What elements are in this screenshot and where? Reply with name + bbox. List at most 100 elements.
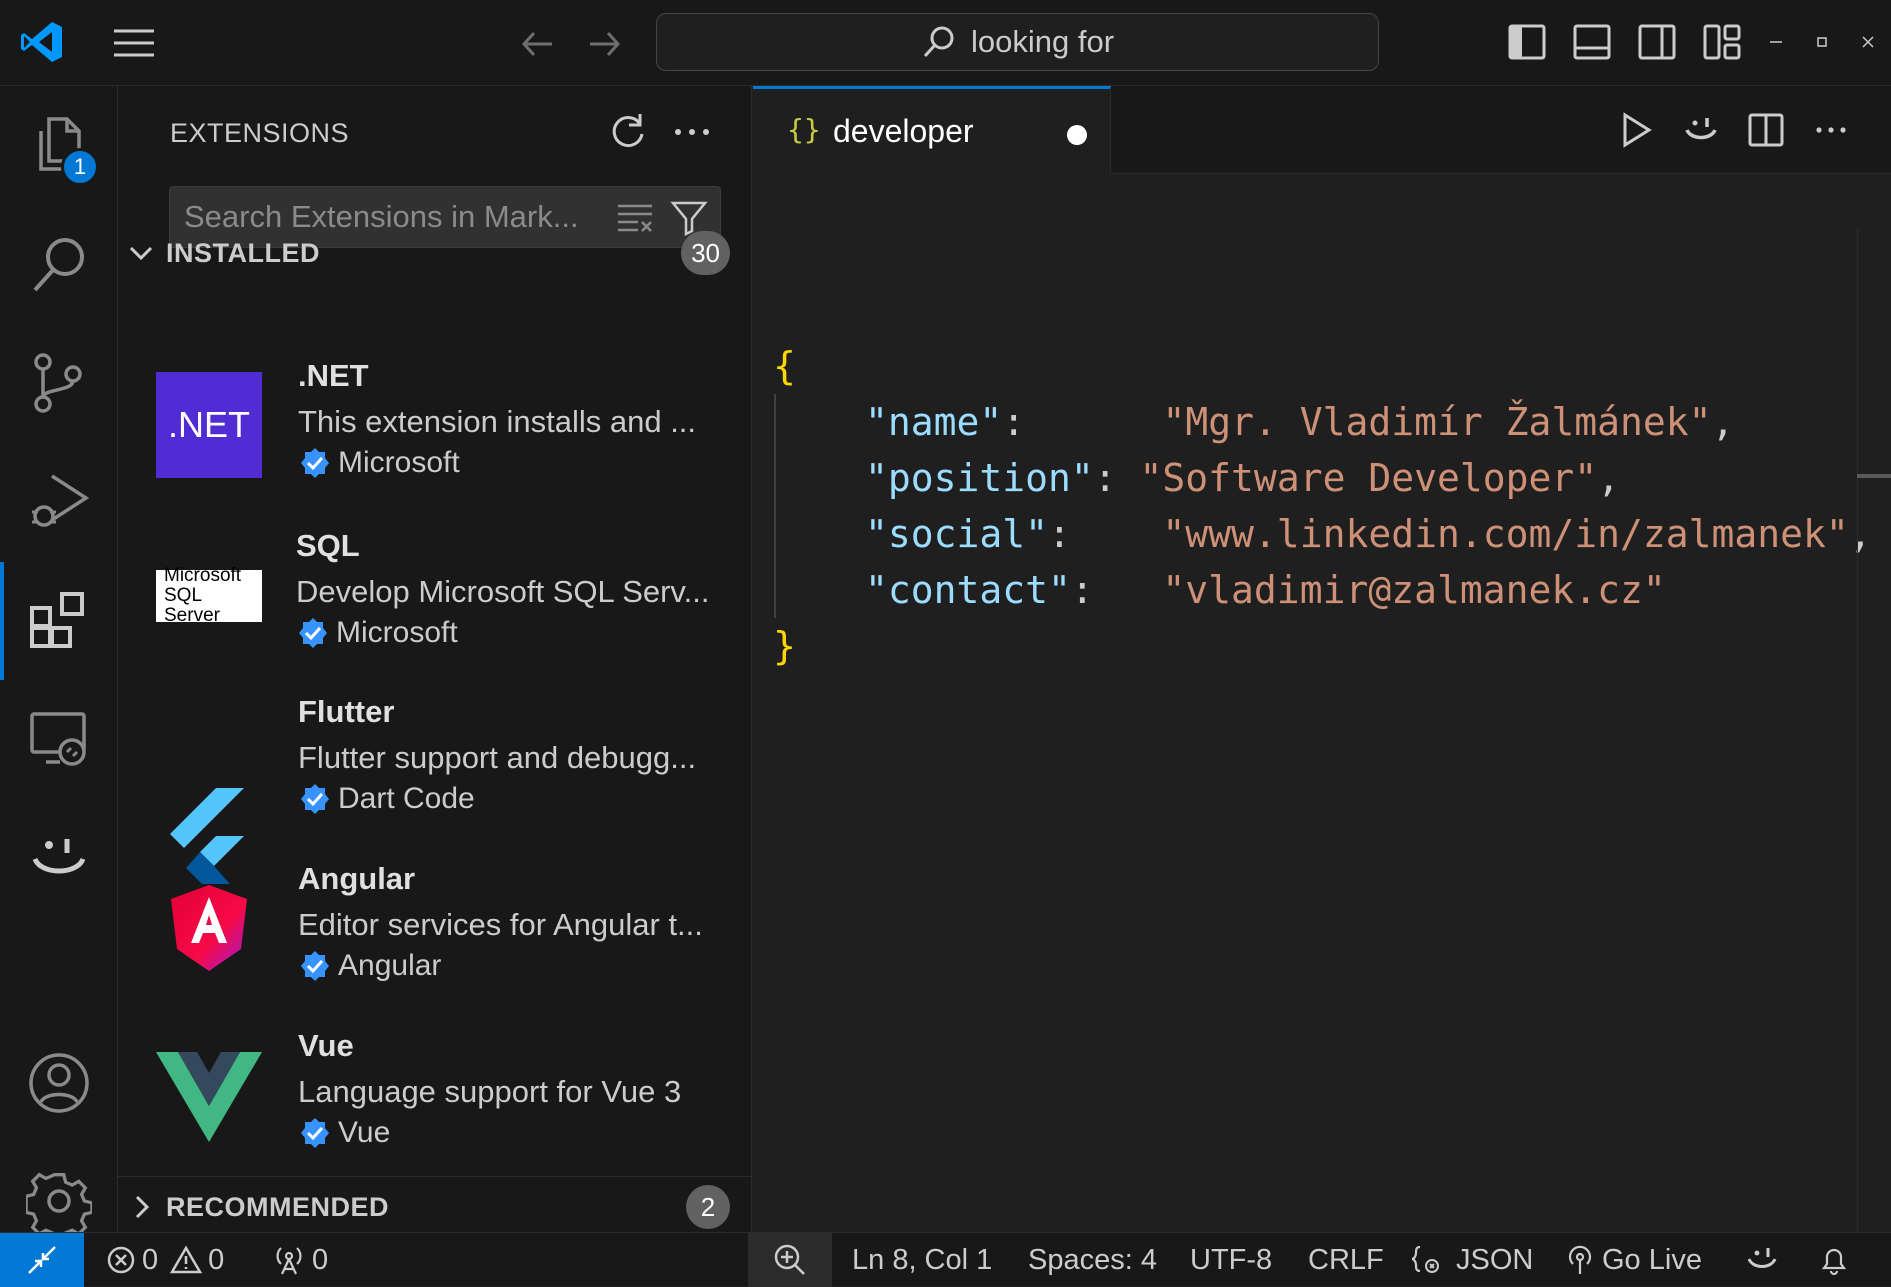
json-file-icon: {} — [787, 113, 821, 146]
extension-item-angular[interactable]: Angular Editor services for Angular t...… — [118, 861, 750, 1029]
extension-description: This extension installs and ... — [298, 404, 697, 439]
language-mode-indicator[interactable]: JSON — [1410, 1233, 1533, 1287]
warning-count: 0 — [208, 1243, 225, 1276]
verified-badge-icon — [298, 949, 332, 983]
installed-label: INSTALLED — [166, 237, 320, 268]
extension-publisher: Dart Code — [298, 782, 475, 816]
recommended-section-header[interactable]: RECOMMENDED 2 — [128, 1182, 740, 1232]
cursor-position[interactable]: Ln 8, Col 1 — [852, 1233, 992, 1287]
problems-indicator[interactable]: 0 0 — [106, 1233, 224, 1287]
refresh-icon[interactable] — [606, 110, 650, 154]
sidebar-title: EXTENSIONS — [170, 118, 350, 148]
status-bar: 0 0 0 Ln 8, Col 1 Spaces: 4 UTF-8 CRLF J… — [0, 1232, 1891, 1287]
customize-layout-icon[interactable] — [1700, 20, 1744, 64]
more-actions-icon[interactable] — [670, 110, 714, 154]
remote-indicator[interactable] — [0, 1233, 84, 1287]
verified-badge-icon — [298, 1116, 332, 1150]
toggle-secondary-sidebar-icon[interactable] — [1635, 20, 1679, 64]
extension-item-flutter[interactable]: Flutter Flutter support and debugg... Da… — [118, 694, 750, 884]
json-braces-icon — [1410, 1244, 1442, 1276]
close-window-icon[interactable] — [1846, 20, 1890, 64]
extension-item-sql[interactable]: Microsoft SQL Server SQL Develop Microso… — [118, 528, 750, 696]
notifications-bell-icon[interactable] — [1818, 1233, 1850, 1287]
extension-description: Flutter support and debugg... — [298, 740, 697, 775]
extension-publisher: Microsoft — [298, 446, 460, 480]
extensions-icon[interactable] — [0, 562, 118, 680]
encoding-indicator[interactable]: UTF-8 — [1190, 1233, 1272, 1287]
activity-bar: 1 — [0, 86, 118, 1234]
broadcast-icon — [272, 1244, 306, 1276]
maximize-window-icon[interactable] — [1800, 20, 1844, 64]
vscode-logo-icon — [18, 18, 66, 66]
code-line: "name": "Mgr. Vladimír Žalmánek", — [865, 400, 1735, 444]
editor-more-actions-icon[interactable] — [1807, 106, 1855, 154]
recommended-count-badge: 2 — [686, 1185, 730, 1229]
toggle-panel-icon[interactable] — [1570, 20, 1614, 64]
menu-hamburger-icon[interactable] — [112, 26, 156, 60]
editor-tabs: {} developer — [753, 86, 1891, 175]
extension-item-dotnet[interactable]: .NET .NET This extension installs and ..… — [118, 358, 750, 526]
source-control-icon[interactable] — [0, 324, 118, 442]
extension-name: Flutter — [298, 694, 395, 729]
run-icon[interactable] — [1612, 106, 1660, 154]
back-arrow-icon[interactable] — [518, 24, 558, 64]
chevron-right-icon — [128, 1194, 154, 1220]
vue-logo — [156, 1042, 262, 1148]
installed-section-header[interactable]: INSTALLED 30 — [128, 228, 740, 278]
search-icon[interactable] — [0, 206, 118, 324]
remote-explorer-icon[interactable] — [0, 680, 118, 798]
command-center-text: looking for — [970, 24, 1115, 59]
chevron-down-icon — [128, 240, 154, 266]
run-debug-icon[interactable] — [0, 442, 118, 560]
code-line: "contact": "vladimir@zalmanek.cz" — [865, 568, 1666, 612]
tab-developer[interactable]: {} developer — [753, 86, 1111, 175]
code-line: "social": "www.linkedin.com/in/zalmanek"… — [865, 512, 1872, 556]
code-line: "position": "Software Developer", — [865, 456, 1620, 500]
search-icon — [921, 24, 957, 60]
editor-scrollbar[interactable] — [1857, 228, 1891, 1232]
zoom-indicator[interactable] — [748, 1233, 832, 1287]
unsaved-dot-icon[interactable] — [1067, 125, 1087, 145]
copilot-status-icon[interactable] — [1745, 1233, 1779, 1287]
error-count: 0 — [142, 1243, 159, 1276]
code-open-brace: { — [773, 344, 796, 388]
extension-name: SQL — [296, 528, 360, 563]
split-editor-icon[interactable] — [1742, 106, 1790, 154]
go-live-button[interactable]: Go Live — [1564, 1233, 1702, 1287]
dotnet-logo: .NET — [156, 372, 262, 478]
verified-badge-icon — [298, 446, 332, 480]
explorer-icon[interactable]: 1 — [0, 86, 118, 204]
sql-server-logo: Microsoft SQL Server — [156, 566, 262, 626]
forward-arrow-icon[interactable] — [584, 24, 624, 64]
title-bar: looking for — [0, 0, 1891, 86]
extension-publisher: Angular — [298, 949, 441, 983]
indentation-indicator[interactable]: Spaces: 4 — [1028, 1233, 1157, 1287]
installed-count-badge: 30 — [681, 231, 730, 275]
account-icon[interactable] — [0, 1024, 118, 1142]
explorer-badge: 1 — [61, 148, 99, 186]
code-close-brace: } — [773, 624, 796, 668]
verified-badge-icon — [296, 616, 330, 650]
extension-name: Angular — [298, 861, 416, 896]
warning-icon — [170, 1245, 203, 1275]
extension-description: Editor services for Angular t... — [298, 907, 703, 942]
extension-name: Vue — [298, 1028, 354, 1063]
go-live-label: Go Live — [1602, 1243, 1702, 1276]
eol-indicator[interactable]: CRLF — [1308, 1233, 1384, 1287]
extension-description: Language support for Vue 3 — [298, 1074, 682, 1109]
error-icon — [106, 1245, 136, 1275]
editor-area: {} developer { "name": "Mgr. Vladimír Ža… — [753, 86, 1891, 1232]
toggle-primary-sidebar-icon[interactable] — [1505, 20, 1549, 64]
command-center-search[interactable]: looking for — [656, 13, 1379, 71]
ports-count: 0 — [312, 1243, 329, 1276]
scrollbar-cursor-marker — [1857, 474, 1891, 478]
language-label: JSON — [1456, 1243, 1534, 1276]
copilot-chat-icon[interactable] — [1677, 106, 1725, 154]
copilot-icon[interactable] — [0, 800, 118, 918]
tab-title: developer — [833, 113, 974, 149]
section-divider — [118, 1176, 751, 1177]
extension-description: Develop Microsoft SQL Serv... — [296, 574, 710, 609]
extension-item-vue[interactable]: Vue Language support for Vue 3 Vue — [118, 1028, 750, 1196]
ports-indicator[interactable]: 0 — [272, 1233, 328, 1287]
minimize-window-icon[interactable] — [1754, 20, 1798, 64]
